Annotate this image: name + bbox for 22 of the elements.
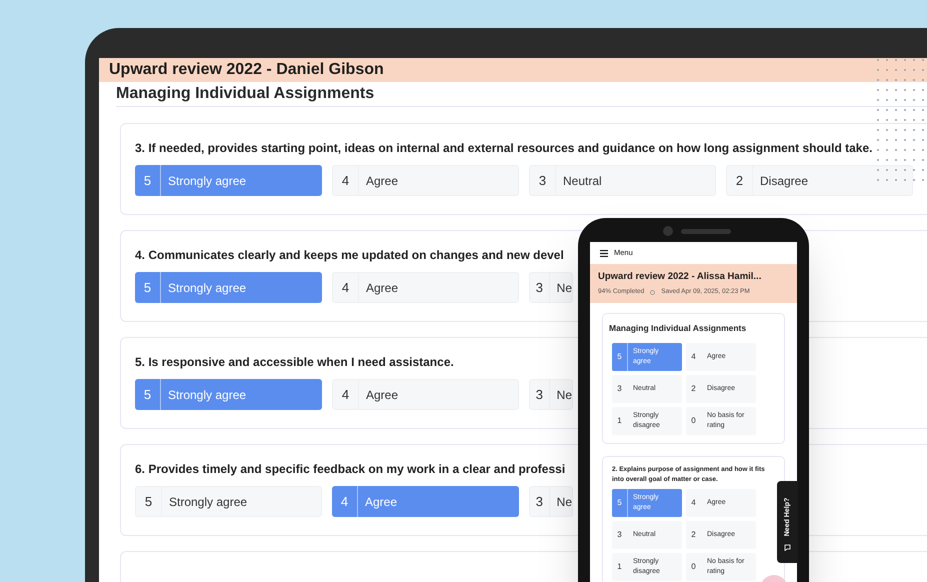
question-text: 4. Communicates clearly and keeps me updated on changes and new devel xyxy=(135,247,564,264)
rating-option[interactable]: 3 Ne xyxy=(529,272,573,303)
menu-icon[interactable] xyxy=(600,250,608,256)
speaker-grille xyxy=(681,228,731,234)
rating-option[interactable]: 3 Neutral xyxy=(529,165,716,196)
circle-icon xyxy=(650,290,656,295)
review-title: Upward review 2022 - Daniel Gibson xyxy=(109,60,384,80)
question-text: 5. Is responsive and accessible when I need assistance. xyxy=(135,354,454,371)
question-text: 3. If needed, provides starting point, ideas on internal and external resources and guidance on how long assignment should take. xyxy=(135,140,872,157)
rating-option[interactable]: 5 Strongly agree xyxy=(135,486,322,517)
chat-icon xyxy=(784,544,791,550)
rating-option[interactable]: 4 Agree xyxy=(332,272,519,303)
rating-option[interactable]: 2 Disagree xyxy=(726,165,913,196)
rating-option[interactable]: 4 Agree xyxy=(332,379,519,410)
rating-option[interactable]: 3 Ne xyxy=(529,486,573,517)
rating-option[interactable]: 3 Ne xyxy=(529,379,573,410)
section-heading: Managing Individual Assignments xyxy=(609,322,748,335)
camera-icon xyxy=(663,226,673,236)
question-text: 6. Provides timely and specific feedback on my work in a clear and professi xyxy=(135,461,566,478)
rating-option[interactable]: 4 Agree xyxy=(332,165,519,196)
review-title: Upward review 2022 - Alissa Hamil... xyxy=(598,270,762,284)
section-heading: Managing Individual Assignments xyxy=(116,84,374,104)
